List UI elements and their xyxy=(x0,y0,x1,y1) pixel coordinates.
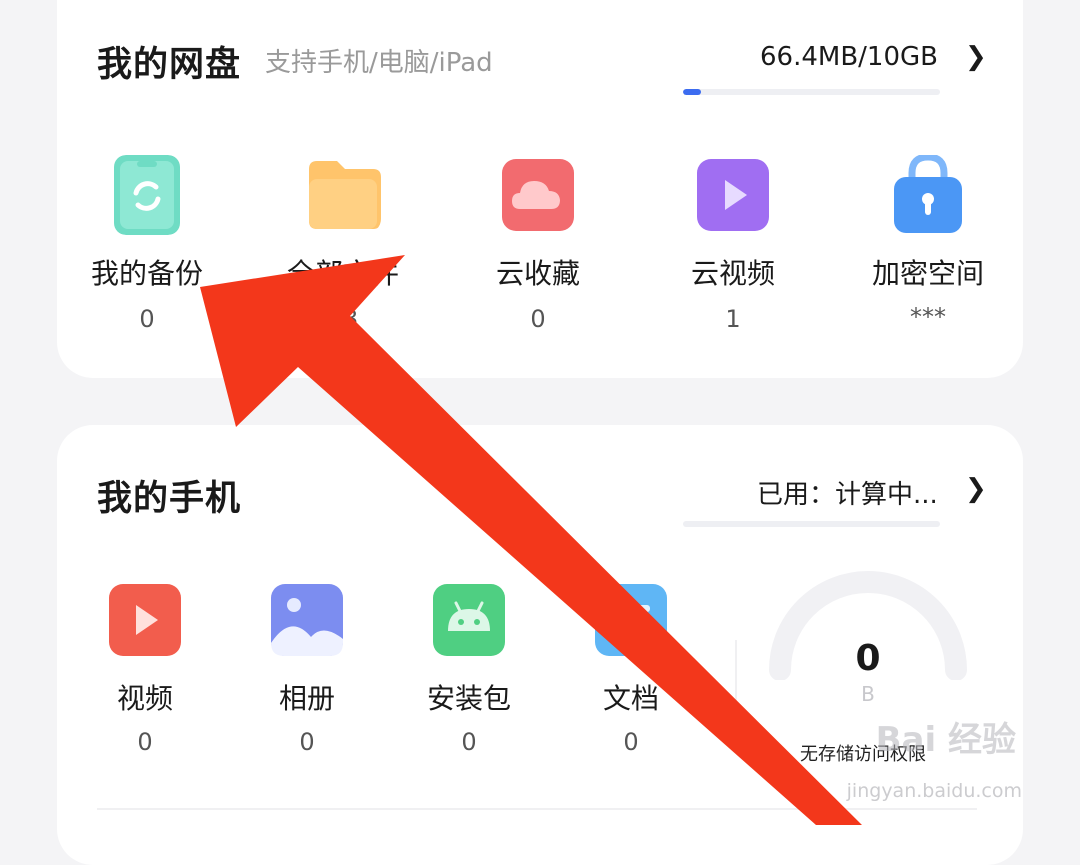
video-icon xyxy=(109,584,181,656)
cloud-icon xyxy=(502,159,574,231)
folder-icon xyxy=(309,161,381,229)
tile-install-packages[interactable]: 安装包 0 xyxy=(384,583,554,758)
tile-encrypted-space[interactable]: 加密空间 *** xyxy=(843,155,1013,335)
tile-videos[interactable]: 视频 0 xyxy=(60,583,230,758)
watermark-logo: Bai 经验 xyxy=(875,720,1016,760)
phone-usage-bar xyxy=(683,521,940,527)
tile-label: 视频 xyxy=(116,682,173,715)
tile-label: 加密空间 xyxy=(871,257,984,290)
tile-count: 1 xyxy=(725,305,741,333)
document-icon xyxy=(595,584,667,656)
phone-usage-chevron-icon[interactable]: ❯ xyxy=(965,474,987,504)
phone-usage-text: 已用：计算中... xyxy=(757,480,938,510)
tile-count: 0 xyxy=(623,728,639,756)
tile-count: 0 xyxy=(461,728,477,756)
tile-cloud-video[interactable]: 云视频 1 xyxy=(648,158,818,338)
cloud-usage-text: 66.4MB/10GB xyxy=(760,42,938,72)
tile-count: 0 xyxy=(139,305,155,333)
tile-all-files[interactable]: 全部文件 23 xyxy=(258,157,428,337)
play-icon xyxy=(697,159,769,231)
android-icon xyxy=(433,584,505,656)
lock-icon xyxy=(894,155,962,233)
section-divider xyxy=(97,808,977,810)
tile-count: 23 xyxy=(327,305,359,333)
tiles-gauge-divider xyxy=(735,640,737,720)
tile-count: 0 xyxy=(530,305,546,333)
phone-backup-icon xyxy=(114,155,180,235)
tile-count: 0 xyxy=(299,728,315,756)
tile-documents[interactable]: 文档 0 xyxy=(546,583,716,758)
tile-label: 云收藏 xyxy=(495,257,580,290)
tile-label: 云视频 xyxy=(690,257,775,290)
cloud-usage-bar xyxy=(683,89,940,95)
tile-label: 我的备份 xyxy=(90,257,203,290)
cloud-drive-title: 我的网盘 xyxy=(97,45,242,85)
tile-label: 文档 xyxy=(602,682,659,715)
storage-gauge-unit: B xyxy=(861,682,875,706)
storage-gauge-value: 0 xyxy=(855,638,881,679)
cloud-usage-chevron-icon[interactable]: ❯ xyxy=(965,42,987,72)
tile-label: 全部文件 xyxy=(286,257,399,290)
tile-label: 安装包 xyxy=(426,682,511,715)
tile-my-backup[interactable]: 我的备份 0 xyxy=(62,155,232,335)
my-phone-title: 我的手机 xyxy=(97,479,242,519)
photo-album-icon xyxy=(271,584,343,656)
tile-count: *** xyxy=(910,303,946,331)
tile-label: 相册 xyxy=(278,682,335,715)
tile-count: 0 xyxy=(137,728,153,756)
cloud-usage-fill xyxy=(683,89,701,95)
watermark-url: jingyan.baidu.com xyxy=(846,780,1022,802)
cloud-drive-subtitle: 支持手机/电脑/iPad xyxy=(265,48,493,78)
tile-cloud-favorites[interactable]: 云收藏 0 xyxy=(453,157,623,337)
tile-photo-album[interactable]: 相册 0 xyxy=(222,583,392,758)
